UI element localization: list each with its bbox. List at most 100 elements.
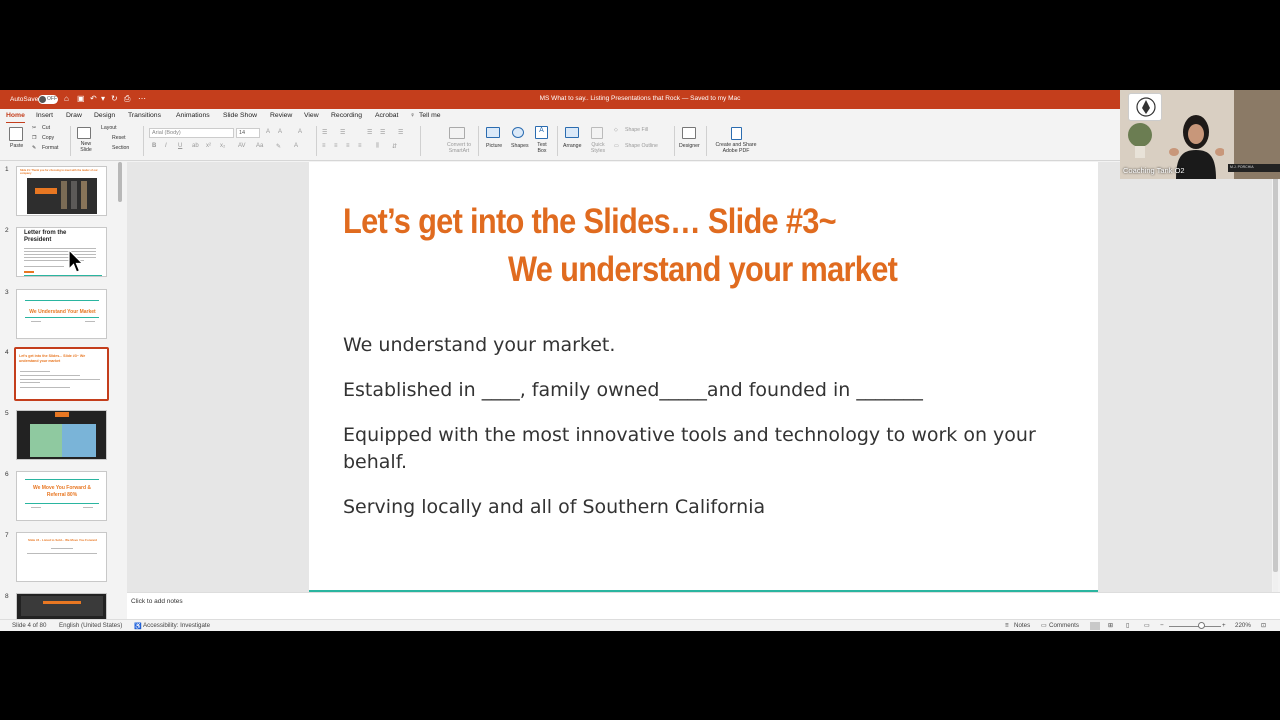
align-center-icon[interactable]: ≡ bbox=[334, 143, 338, 149]
underline-icon[interactable]: U bbox=[178, 143, 182, 149]
current-slide[interactable]: Let’s get into the Slides… Slide #3~ We … bbox=[309, 162, 1098, 592]
print-icon[interactable]: ⎙ bbox=[124, 94, 130, 104]
new-slide-button[interactable]: New Slide bbox=[78, 141, 94, 153]
thumbnails-scrollbar[interactable] bbox=[118, 162, 122, 202]
fit-to-window-icon[interactable]: ⊡ bbox=[1261, 622, 1266, 629]
new-slide-icon[interactable] bbox=[77, 127, 91, 139]
redo-icon[interactable]: ↻ bbox=[111, 94, 118, 103]
numbering-icon[interactable]: ☰ bbox=[340, 129, 345, 136]
tab-draw[interactable]: Draw bbox=[66, 112, 82, 119]
language-indicator[interactable]: English (United States) bbox=[59, 622, 122, 629]
shapes-icon[interactable] bbox=[512, 127, 524, 138]
superscript-icon[interactable]: x² bbox=[206, 143, 211, 149]
layout-button[interactable]: Layout bbox=[101, 125, 117, 131]
format-painter-button[interactable]: Format bbox=[42, 145, 58, 151]
tab-animations[interactable]: Animations bbox=[176, 112, 210, 119]
shapes-button[interactable]: Shapes bbox=[511, 143, 529, 149]
change-case-icon[interactable]: Aa bbox=[256, 143, 263, 149]
slide-thumbnail-5[interactable] bbox=[16, 410, 107, 460]
font-color-icon[interactable]: A bbox=[294, 143, 298, 149]
slide-thumbnail-6[interactable]: We Move You Forward & Referral 80% bbox=[16, 471, 107, 521]
slide-bullet-2[interactable]: Established in ____, family owned_____an… bbox=[343, 377, 1063, 404]
zoom-out-icon[interactable]: − bbox=[1160, 622, 1164, 629]
zoom-level[interactable]: 220% bbox=[1235, 622, 1251, 629]
tab-recording[interactable]: Recording bbox=[331, 112, 362, 119]
shape-fill-icon[interactable]: ◇ bbox=[614, 127, 618, 133]
copy-button[interactable]: Copy bbox=[42, 135, 54, 141]
notes-icon[interactable]: ≡ bbox=[1005, 622, 1009, 629]
quick-styles-button[interactable]: Quick Styles bbox=[590, 142, 606, 154]
undo-icon[interactable]: ↶ bbox=[90, 94, 97, 103]
smartart-icon[interactable] bbox=[449, 127, 465, 139]
section-button[interactable]: Section bbox=[112, 145, 129, 151]
character-spacing-icon[interactable]: AV bbox=[238, 143, 246, 149]
tab-design[interactable]: Design bbox=[94, 112, 115, 119]
tab-review[interactable]: Review bbox=[270, 112, 292, 119]
bold-icon[interactable]: B bbox=[152, 143, 156, 149]
subscript-icon[interactable]: x₂ bbox=[220, 143, 225, 149]
tab-home[interactable]: Home bbox=[6, 112, 25, 124]
format-painter-icon[interactable]: ✎ bbox=[32, 145, 36, 151]
create-share-pdf-button[interactable]: Create and Share Adobe PDF bbox=[712, 142, 760, 154]
bullets-icon[interactable]: ☰ bbox=[322, 129, 327, 136]
align-right-icon[interactable]: ≡ bbox=[346, 143, 350, 149]
clear-format-icon[interactable]: A bbox=[298, 129, 302, 135]
arrange-button[interactable]: Arrange bbox=[563, 143, 581, 149]
slide-title-line-1[interactable]: Let’s get into the Slides… Slide #3~ bbox=[343, 202, 837, 242]
slide-thumbnail-1[interactable]: Slide #1: Thank you for choosing to meet… bbox=[16, 166, 107, 216]
slide-thumbnail-2[interactable]: Letter from the President bbox=[16, 227, 107, 277]
designer-icon[interactable] bbox=[682, 127, 696, 139]
tab-acrobat[interactable]: Acrobat bbox=[375, 112, 398, 119]
home-icon[interactable]: ⌂ bbox=[64, 94, 69, 103]
designer-button[interactable]: Designer bbox=[679, 143, 700, 149]
tab-transitions[interactable]: Transitions bbox=[128, 112, 161, 119]
font-name-select[interactable]: Arial (Body) bbox=[149, 128, 234, 138]
undo-dropdown-icon[interactable]: ▾ bbox=[101, 94, 105, 103]
autosave-toggle[interactable]: OFF bbox=[38, 95, 58, 104]
slide-title-line-2[interactable]: We understand your market bbox=[508, 250, 898, 290]
paste-icon[interactable] bbox=[9, 127, 23, 141]
text-direction-icon[interactable]: ⇵ bbox=[392, 143, 397, 150]
accessibility-icon[interactable]: ♿ bbox=[134, 622, 142, 630]
align-left-icon[interactable]: ≡ bbox=[322, 143, 326, 149]
text-box-button[interactable]: Text Box bbox=[536, 142, 548, 154]
italic-icon[interactable]: I bbox=[165, 143, 167, 149]
picture-button[interactable]: Picture bbox=[486, 143, 502, 149]
comments-button[interactable]: Comments bbox=[1049, 622, 1079, 629]
slideshow-icon[interactable]: ▭ bbox=[1144, 622, 1150, 629]
picture-icon[interactable] bbox=[486, 127, 500, 138]
arrange-icon[interactable] bbox=[565, 127, 579, 138]
increase-indent-icon[interactable]: ☰ bbox=[380, 129, 385, 136]
reading-view-icon[interactable]: ▯ bbox=[1126, 622, 1129, 629]
columns-icon[interactable]: ⫼ bbox=[376, 143, 379, 150]
highlight-icon[interactable]: ✎ bbox=[276, 143, 281, 150]
accessibility-button[interactable]: Accessibility: Investigate bbox=[143, 622, 210, 629]
slide-thumbnail-4[interactable]: Let's get into the Slides... Slide #3~ W… bbox=[14, 347, 109, 401]
slide-sorter-icon[interactable]: ⊞ bbox=[1108, 622, 1113, 629]
convert-smartart-button[interactable]: Convert to SmartArt bbox=[443, 142, 475, 154]
zoom-slider[interactable] bbox=[1169, 626, 1221, 627]
canvas-scrollbar[interactable] bbox=[1273, 162, 1278, 592]
shape-outline-icon[interactable]: ▭ bbox=[614, 143, 619, 149]
reset-button[interactable]: Reset bbox=[112, 135, 126, 141]
zoom-slider-thumb[interactable] bbox=[1198, 622, 1205, 629]
scissors-icon[interactable]: ✂ bbox=[32, 125, 36, 131]
decrease-indent-icon[interactable]: ☰ bbox=[367, 129, 372, 136]
tell-me-search[interactable]: Tell me bbox=[419, 112, 441, 119]
save-icon[interactable]: ▣ bbox=[77, 94, 85, 103]
notes-button[interactable]: Notes bbox=[1014, 622, 1030, 629]
slide-bullet-3[interactable]: Equipped with the most innovative tools … bbox=[343, 422, 1043, 476]
font-size-select[interactable]: 14 bbox=[236, 128, 260, 138]
notes-pane[interactable]: Click to add notes bbox=[127, 592, 1280, 619]
more-icon[interactable]: ⋯ bbox=[138, 94, 146, 103]
text-box-icon[interactable]: A bbox=[535, 126, 548, 139]
quick-styles-icon[interactable] bbox=[591, 127, 603, 139]
tab-insert[interactable]: Insert bbox=[36, 112, 53, 119]
slide-bullet-1[interactable]: We understand your market. bbox=[343, 332, 1063, 359]
video-call-tile[interactable]: M.J. PORCHIA Coaching Tank O2 bbox=[1120, 90, 1280, 179]
shape-fill-button[interactable]: Shape Fill bbox=[625, 127, 648, 133]
tab-slide-show[interactable]: Slide Show bbox=[223, 112, 257, 119]
zoom-in-icon[interactable]: + bbox=[1222, 622, 1226, 629]
increase-font-icon[interactable]: A bbox=[266, 129, 270, 135]
slide-thumbnail-7[interactable]: Slide #4 - Listed to Sold... We Move You… bbox=[16, 532, 107, 582]
